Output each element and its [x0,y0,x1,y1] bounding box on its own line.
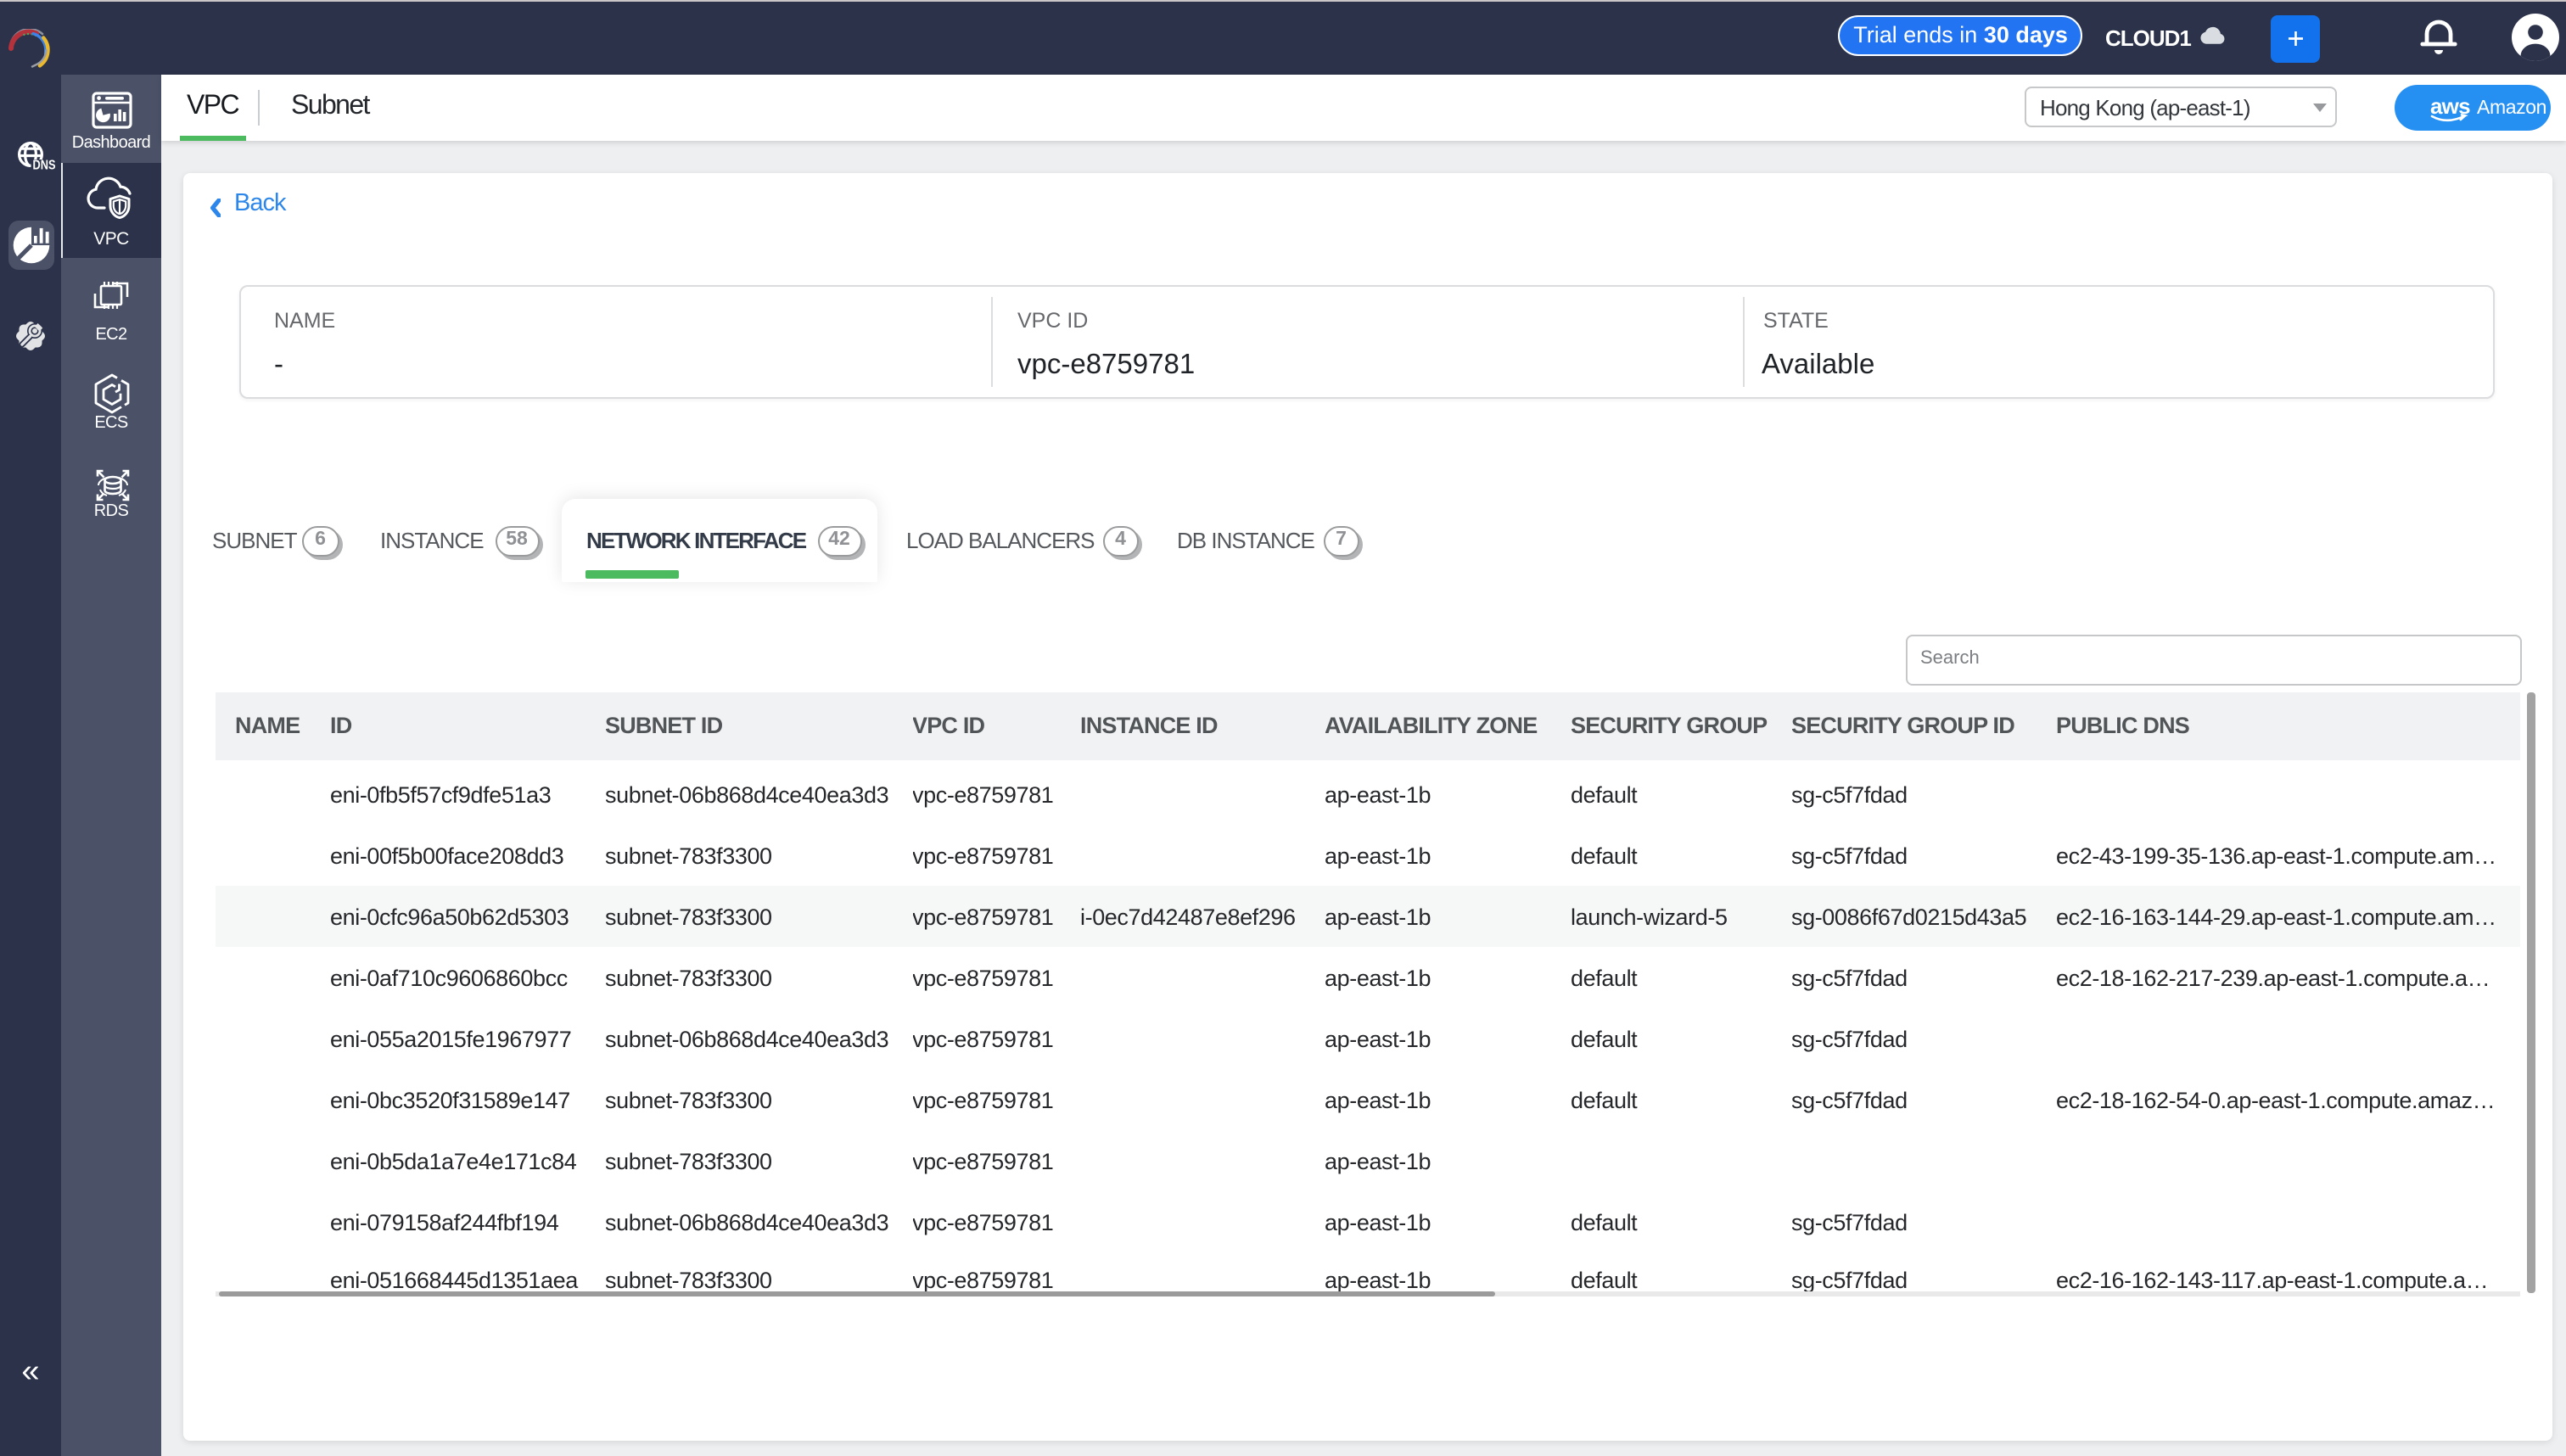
svg-text:DNS: DNS [32,159,55,172]
